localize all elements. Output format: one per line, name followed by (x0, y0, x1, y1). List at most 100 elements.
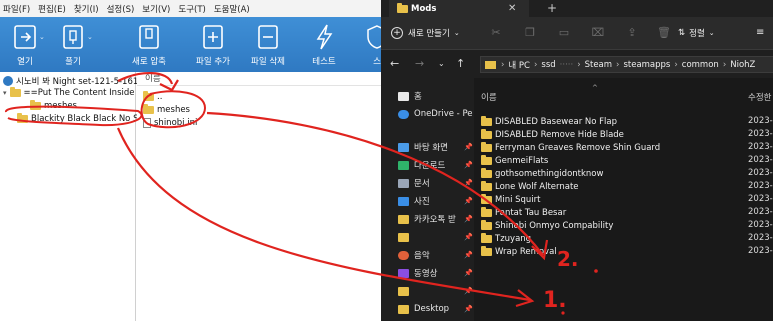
breadcrumb-item[interactable]: 내 PC (508, 59, 530, 71)
breadcrumb-item[interactable]: common (682, 60, 719, 70)
file-row[interactable]: Wrap Removal 2023-0 (474, 245, 773, 258)
column-header-date[interactable]: 수정한 (748, 91, 771, 103)
breadcrumb-item[interactable]: ssd (541, 60, 555, 70)
shield-button[interactable]: 스 (352, 17, 381, 72)
menu-help[interactable]: 도움말(A) (214, 3, 250, 15)
folder-icon (481, 193, 492, 204)
shield-icon (367, 25, 381, 49)
menu-edit[interactable]: 편집(E) (38, 3, 66, 15)
annotation-label-1: 1. (543, 288, 567, 313)
nav-item-videos[interactable]: 동영상 📌 (398, 266, 474, 280)
pin-icon: 📌 (464, 251, 473, 259)
picture-icon (398, 196, 409, 206)
nav-item-home[interactable]: 홈 (398, 89, 474, 103)
delete-icon[interactable]: 🗑 (657, 26, 671, 40)
file-row-date: 2023-0 (748, 142, 773, 152)
file-row[interactable]: Tzuyang 2023-0 (474, 232, 773, 245)
nav-item-folder[interactable]: 📌 (398, 230, 474, 244)
close-icon[interactable]: ✕ (508, 0, 516, 17)
address-bar[interactable]: › 내 PC › ssd ····· › Steam › steamapps ›… (480, 56, 773, 73)
file-row[interactable]: Mini Squirt 2023-0 (474, 193, 773, 206)
pin-icon: 📌 (464, 233, 473, 241)
file-row-date: 2023-0 (748, 233, 773, 243)
file-row-date: 2023-0 (748, 207, 773, 217)
new-archive-button[interactable]: 새로 압축 (124, 17, 174, 72)
list-item[interactable]: meshes (143, 104, 190, 116)
column-header-name[interactable]: 이름 (481, 91, 497, 103)
share-icon[interactable]: ⇪ (625, 26, 639, 40)
shield-label: 스 (373, 57, 381, 67)
column-header-name[interactable]: 이름 (137, 72, 381, 86)
menu-view[interactable]: 보기(V) (142, 3, 170, 15)
folder-contents: ^ 이름 수정한 DISABLED Basewear No Flap 2023-0… (474, 78, 773, 321)
test-button[interactable]: 테스트 (299, 17, 349, 72)
tree-item-label: ==Put The Content Inside T (23, 88, 143, 98)
delete-file-label: 파일 삭제 (251, 57, 285, 67)
tree-item-content[interactable]: ▾ ==Put The Content Inside T (3, 87, 142, 99)
file-row[interactable]: gothsomethingidontknow 2023-0 (474, 167, 773, 180)
pin-icon: 📌 (464, 269, 473, 277)
file-row[interactable]: Ferryman Greaves Remove Shin Guard 2023-0 (474, 141, 773, 154)
folder-icon (481, 206, 492, 217)
chevron-right-icon: › (577, 59, 581, 70)
menu-tools[interactable]: 도구(T) (178, 3, 205, 15)
tree-root-label: 시노비 봐 Night set-121-5-161 (16, 77, 139, 87)
file-row-date: 2023-0 (748, 246, 773, 256)
paste-icon[interactable]: ▭ (557, 26, 571, 40)
add-file-button[interactable]: 파일 추가 (188, 17, 238, 72)
file-row[interactable]: Pantat Tau Besar 2023-0 (474, 206, 773, 219)
list-item[interactable]: .. (143, 91, 162, 103)
file-row[interactable]: DISABLED Basewear No Flap 2023-0 (474, 115, 773, 128)
chevron-down-icon[interactable]: ⌄ (438, 56, 445, 72)
nav-item-downloads[interactable]: 다운로드 📌 (398, 158, 474, 172)
file-row-date: 2023-0 (748, 168, 773, 178)
back-arrow-icon[interactable]: ← (390, 56, 399, 72)
tree-item-label: Blackity Black Black No Se (31, 114, 144, 124)
menu-settings[interactable]: 설정(S) (107, 3, 135, 15)
sort-button[interactable]: ⇅ 정렬 ⌄ (678, 25, 715, 41)
view-menu-icon[interactable]: ≡ (756, 25, 764, 41)
add-file-label: 파일 추가 (196, 57, 230, 67)
file-row[interactable]: Lone Wolf Alternate 2023-0 (474, 180, 773, 193)
breadcrumb-item[interactable]: Steam (585, 60, 612, 70)
up-arrow-icon[interactable]: ↑ (456, 56, 465, 72)
nav-item-music[interactable]: 음악 📌 (398, 248, 474, 262)
menu-find[interactable]: 찾기(I) (74, 3, 99, 15)
nav-item-onedrive[interactable]: OneDrive - Pe (398, 107, 474, 121)
file-row-name: Lone Wolf Alternate (481, 180, 579, 193)
new-button[interactable]: + 새로 만들기 ⌄ (391, 25, 460, 41)
file-row-label: gothsomethingidontknow (495, 168, 604, 179)
chevron-down-icon[interactable]: ⌄ (39, 33, 45, 41)
file-row[interactable]: DISABLED Remove Hide Blade 2023-0 (474, 128, 773, 141)
new-tab-icon[interactable]: + (547, 0, 557, 17)
nav-item-desktop-folder[interactable]: Desktop 📌 (398, 302, 474, 316)
nav-item-folder[interactable]: 📌 (398, 284, 474, 298)
tree-root[interactable]: 시노비 봐 Night set-121-5-161 (3, 75, 138, 87)
delete-file-button[interactable]: 파일 삭제 (243, 17, 293, 72)
nav-item-pictures[interactable]: 사진 📌 (398, 194, 474, 208)
rename-icon[interactable]: ⌧ (591, 26, 605, 40)
tree-item-meshes[interactable]: meshes (30, 100, 77, 112)
cut-icon[interactable]: ✂ (489, 26, 503, 40)
file-row[interactable]: GenmeiFlats 2023-0 (474, 154, 773, 167)
list-item[interactable]: shinobi.ini (143, 117, 197, 129)
menu-file[interactable]: 파일(F) (3, 3, 30, 15)
nav-item-desktop[interactable]: 바탕 화면 📌 (398, 140, 474, 154)
file-row-date: 2023-0 (748, 181, 773, 191)
extract-button[interactable]: ⌄ 풀기 (48, 17, 98, 72)
open-button[interactable]: ⌄ 열기 (0, 17, 50, 72)
chevron-down-icon[interactable]: ▾ (3, 89, 7, 97)
nav-item-label: 문서 (414, 179, 430, 189)
forward-arrow-icon[interactable]: → (415, 56, 424, 72)
chevron-down-icon[interactable]: ⌄ (87, 33, 93, 41)
tree-item-selected[interactable]: Blackity Black Black No Se (17, 113, 144, 125)
folder-icon (481, 245, 492, 256)
breadcrumb-item[interactable]: steamapps (623, 60, 670, 70)
file-row[interactable]: Shinobi Onmyo Compability 2023-0 (474, 219, 773, 232)
copy-icon[interactable]: ❐ (523, 26, 537, 40)
pin-icon: 📌 (464, 161, 473, 169)
tab-title: Mods (411, 3, 437, 14)
nav-item-documents[interactable]: 문서 📌 (398, 176, 474, 190)
nav-item-kakaotalk[interactable]: 카카오톡 받 📌 (398, 212, 474, 226)
breadcrumb-item[interactable]: NiohZ (730, 60, 755, 70)
